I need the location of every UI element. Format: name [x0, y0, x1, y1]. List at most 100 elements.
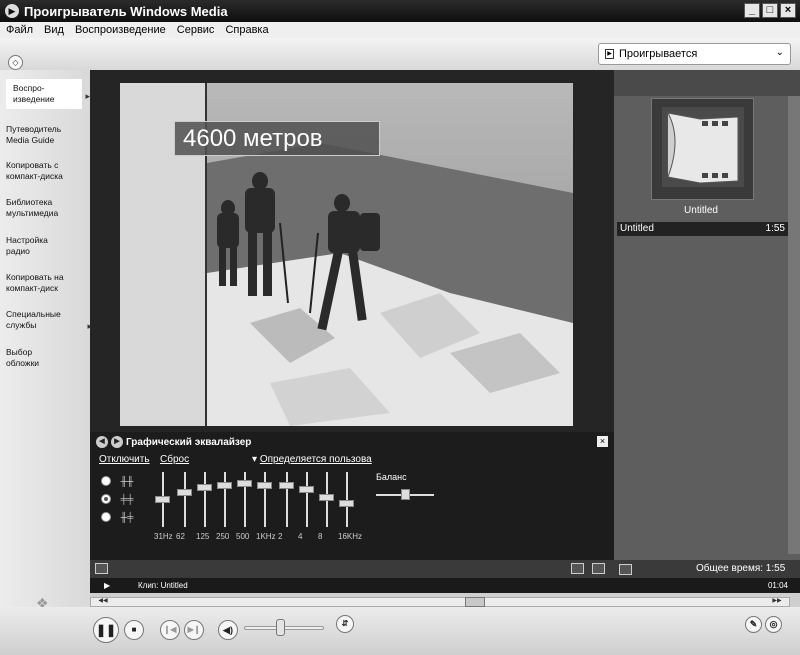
equalizer-header: ◀ ▶ Графический эквалайзер — [96, 436, 251, 448]
eq-off-link[interactable]: Отключить — [99, 454, 150, 465]
sidebar-item-3[interactable]: Копировать с компакт-диска — [6, 160, 84, 182]
previous-icon: ❙◀ — [163, 625, 177, 634]
menu-view[interactable]: Вид — [44, 24, 64, 36]
menu-bar: Файл Вид Воспроизведение Сервис Справка — [0, 22, 800, 38]
eq-mode-radio-3[interactable] — [101, 512, 111, 522]
playlist-scrollbar[interactable] — [788, 96, 800, 554]
seek-bar[interactable]: ◀◀ ▶▶ — [90, 597, 790, 607]
sidebar-item-label: Выбор обложки — [6, 347, 40, 368]
eq-mode-radio-2[interactable] — [101, 494, 111, 504]
minimize-button[interactable]: _ — [744, 3, 760, 18]
sidebar-item-label: Воспро- изведение — [13, 83, 55, 104]
sidebar-item-label: Копировать с компакт-диска — [6, 160, 63, 181]
eq-band-thumb[interactable] — [257, 482, 272, 489]
album-title: Untitled — [684, 205, 718, 216]
eq-band-slider[interactable] — [319, 472, 334, 527]
playlist-toolbar: Общее время: 1:55 — [614, 560, 800, 578]
sidebar-item-2[interactable]: Путеводитель Media Guide — [6, 124, 84, 146]
eq-preset-dropdown[interactable]: ▾ Определяется пользова — [252, 454, 372, 465]
window-title: Проигрыватель Windows Media — [24, 3, 228, 19]
video-frame[interactable]: 4600 метров — [120, 83, 573, 426]
shuffle-icon: ⇵ — [341, 619, 349, 628]
eq-band-thumb[interactable] — [319, 494, 334, 501]
pause-button[interactable]: ❚❚ — [93, 617, 119, 643]
playlist-icon: ▶ — [605, 49, 614, 59]
eq-band-label: 500 — [236, 532, 250, 541]
eq-band-label: 2 — [278, 532, 283, 541]
eq-band-slider[interactable] — [299, 472, 314, 527]
sidebar-item-4[interactable]: Библиотека мультимедиа — [6, 197, 84, 219]
playlist-item-title: Untitled — [620, 223, 654, 234]
play-small-icon: ▶ — [104, 581, 111, 590]
menu-tools[interactable]: Сервис — [177, 24, 215, 36]
seek-thumb[interactable] — [465, 597, 485, 607]
eq-band-label: 8 — [318, 532, 323, 541]
zoom-icon[interactable] — [592, 563, 605, 574]
menu-playback[interactable]: Воспроизведение — [75, 24, 166, 36]
chevron-down-icon: ⌄ — [775, 47, 784, 58]
menu-file[interactable]: Файл — [6, 24, 33, 36]
clip-title: Клип: Untitled — [138, 581, 188, 590]
eq-band-thumb[interactable] — [217, 482, 232, 489]
eq-band-thumb[interactable] — [197, 484, 212, 491]
eq-band-track — [306, 472, 308, 527]
view-full-screen-icon[interactable] — [95, 563, 108, 574]
eq-band-thumb[interactable] — [339, 500, 354, 507]
shuffle-button[interactable]: ⇵ — [336, 615, 354, 633]
eq-reset-link[interactable]: Сброс — [160, 454, 189, 465]
menu-help[interactable]: Справка — [225, 24, 268, 36]
eq-band-slider[interactable] — [279, 472, 294, 527]
eq-band-thumb[interactable] — [237, 480, 252, 487]
sidebar-item-1[interactable]: Воспро- изведение ▸ — [6, 79, 90, 109]
video-settings-icon[interactable] — [571, 563, 584, 574]
hide-taskbar-icon[interactable]: ◇ — [8, 55, 23, 70]
sidebar-item-6[interactable]: Копировать на компакт-диск — [6, 272, 84, 294]
seek-forward-icon[interactable]: ▶▶ — [765, 597, 789, 607]
eq-band-thumb[interactable] — [155, 496, 170, 503]
sidebar-item-7[interactable]: Специальные службы▸ — [6, 309, 92, 331]
eq-band-slider[interactable] — [155, 472, 170, 527]
wmp-icon: ▶ — [5, 4, 19, 18]
eq-band-slider[interactable] — [197, 472, 212, 527]
sidebar-item-label: Настройка радио — [6, 235, 48, 256]
sidebar-item-label: Специальные службы — [6, 309, 61, 330]
playlist-item[interactable]: Untitled 1:55 — [617, 222, 788, 236]
eq-band-slider[interactable] — [257, 472, 272, 527]
eq-band-label: 62 — [176, 532, 185, 541]
feature-taskbar — [0, 70, 90, 610]
stop-icon: ■ — [131, 625, 137, 634]
eq-band-slider[interactable] — [237, 472, 252, 527]
balance-label: Баланс — [376, 472, 407, 482]
stop-button[interactable]: ■ — [124, 620, 144, 640]
sidebar-item-label: Библиотека мультимедиа — [6, 197, 59, 218]
eq-medium-icon: ╪╪ — [120, 494, 134, 504]
eq-band-thumb[interactable] — [177, 489, 192, 496]
eq-band-label: 31Hz — [154, 532, 173, 541]
previous-button[interactable]: ❙◀ — [160, 620, 180, 640]
next-button[interactable]: ▶❙ — [184, 620, 204, 640]
seek-back-icon[interactable]: ◀◀ — [91, 597, 115, 607]
mini-mode-button[interactable]: ✎ — [745, 616, 762, 633]
now-playing-dropdown[interactable]: ▶ Проигрывается ⌄ — [598, 43, 791, 65]
mute-button[interactable]: ◀) — [218, 620, 238, 640]
previous-pane-icon[interactable]: ◀ — [96, 436, 108, 448]
eq-band-thumb[interactable] — [299, 486, 314, 493]
eq-mode-radio-1[interactable] — [101, 476, 111, 486]
skin-mode-button[interactable]: ◎ — [765, 616, 782, 633]
playlist-options-icon[interactable] — [619, 564, 632, 575]
eq-band-slider[interactable] — [339, 472, 354, 527]
eq-band-slider[interactable] — [177, 472, 192, 527]
sidebar-item-5[interactable]: Настройка радио — [6, 235, 84, 257]
eq-band-track — [204, 472, 206, 527]
balance-thumb[interactable] — [401, 489, 410, 500]
eq-band-label: 125 — [196, 532, 210, 541]
close-button[interactable]: × — [780, 3, 796, 18]
volume-thumb[interactable] — [276, 619, 285, 636]
eq-band-slider[interactable] — [217, 472, 232, 527]
eq-band-thumb[interactable] — [279, 482, 294, 489]
sidebar-item-8[interactable]: Выбор обложки — [6, 347, 84, 369]
close-equalizer-button[interactable]: × — [597, 436, 608, 447]
total-time: Общее время: 1:55 — [696, 563, 786, 574]
maximize-button[interactable]: □ — [762, 3, 778, 18]
next-pane-icon[interactable]: ▶ — [111, 436, 123, 448]
